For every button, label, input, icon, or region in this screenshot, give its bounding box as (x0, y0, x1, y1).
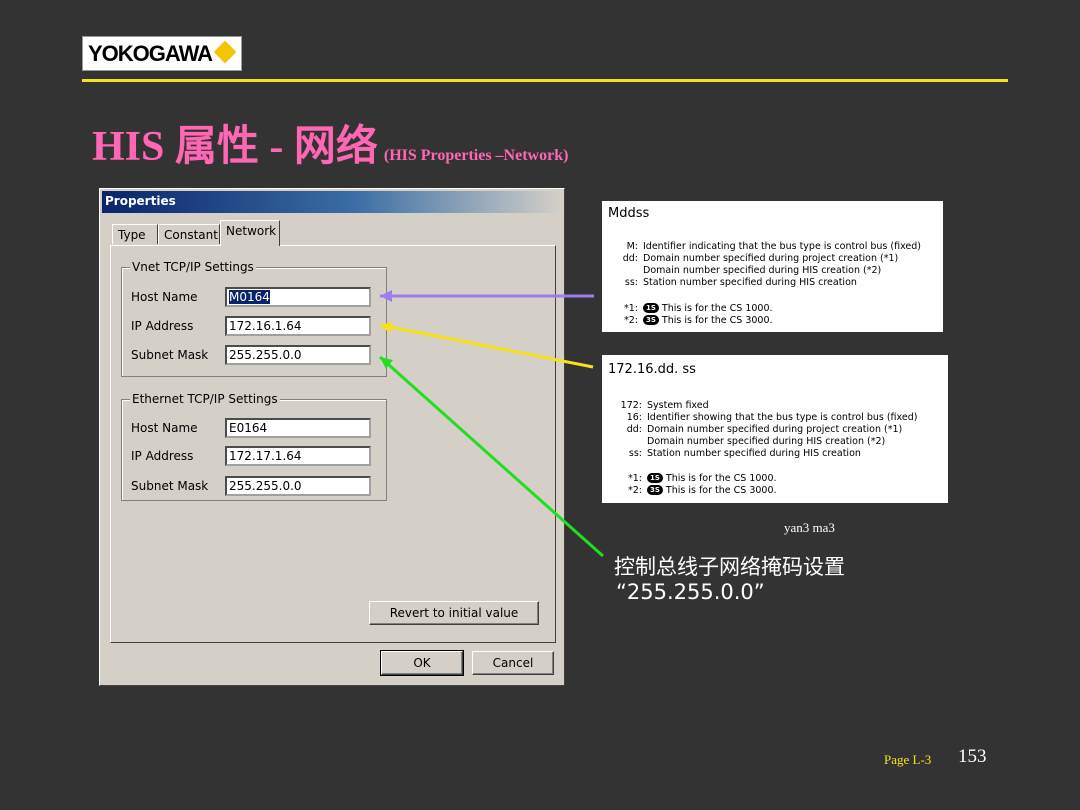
pinyin-note: yan3 ma3 (784, 520, 835, 535)
arrow-subnet-mask (379, 355, 604, 558)
mask-caption-line2: “255.255.0.0” (616, 580, 765, 604)
arrow-head-host (380, 290, 392, 302)
arrow-head-ip (380, 322, 393, 333)
mask-caption-line1: 控制总线子网络掩码设置 (614, 555, 845, 579)
tab-network[interactable]: Network (220, 220, 280, 246)
page-label: Page L-3 (884, 752, 932, 767)
annotation-arrows (379, 290, 604, 558)
arrow-ip-address (379, 323, 594, 369)
page-number: 153 (958, 746, 987, 767)
